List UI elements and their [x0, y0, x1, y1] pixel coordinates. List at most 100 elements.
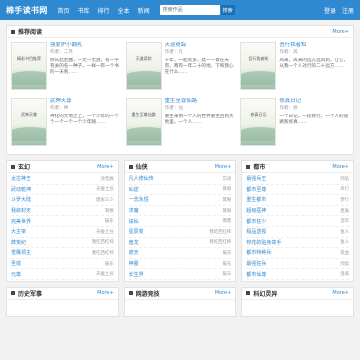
- list-item-title[interactable]: 最强兵王: [246, 175, 338, 182]
- list-item-title[interactable]: 雪鹰领主: [11, 249, 90, 256]
- cover-text: 修真日记: [250, 112, 267, 117]
- list-item-title[interactable]: 莽荒纪: [11, 239, 90, 246]
- list-item-author: 流年: [340, 219, 349, 225]
- book-cover[interactable]: 武神天尊: [11, 98, 47, 146]
- category-columns: 玄幻 More+ 太古神王 净无痕 武动乾坤 天蚕土豆 斗罗大陆 唐家三少 我欲封天 耳根 完美…: [6, 160, 354, 282]
- list-item[interactable]: 盘龙 我吃西红柿: [128, 238, 232, 249]
- list-item-title[interactable]: 元尊: [11, 271, 94, 278]
- list-item-title[interactable]: 最强狂兵: [246, 260, 338, 267]
- book-cover[interactable]: 重生至尊仙路: [125, 98, 162, 146]
- list-item[interactable]: 都市仙尊 洛城: [246, 269, 349, 280]
- list-item[interactable]: 一念永恒 耳根: [128, 195, 232, 206]
- list-item-title[interactable]: 超级医神: [246, 207, 338, 214]
- list-item-title[interactable]: 我欲封天: [11, 207, 103, 214]
- list-item[interactable]: 极品透视 鱼人: [246, 227, 349, 238]
- list-item-title[interactable]: 诛仙: [129, 218, 221, 225]
- book-cover[interactable]: 吾行我者知: [240, 42, 277, 90]
- list-item[interactable]: 校花的贴身高手 鱼人: [246, 238, 349, 249]
- list-item[interactable]: 圣墟 辰东: [11, 259, 114, 270]
- recommend-item[interactable]: 天道奇踪 天道奇踪 作者：凡 千年，一起有多，此一一意在天有，两有一年二十的地，…: [125, 42, 235, 94]
- nav-news[interactable]: 新闻: [138, 6, 150, 15]
- list-item-title[interactable]: 都市特种兵: [246, 249, 338, 256]
- nav-library[interactable]: 书库: [78, 6, 90, 15]
- list-item-title[interactable]: 大主宰: [11, 228, 94, 235]
- recommend-more-link[interactable]: More+: [332, 29, 349, 35]
- list-item[interactable]: 最强狂兵 烈焰: [246, 259, 349, 270]
- list-item-title[interactable]: 都市至尊: [246, 186, 338, 193]
- category-more-link[interactable]: More+: [332, 290, 349, 296]
- list-item[interactable]: 都市狂少 流年: [246, 216, 349, 227]
- site-logo[interactable]: 棉手读书网: [6, 5, 48, 16]
- recommend-item[interactable]: 精彩书目推荐 强爱护小翻乳 作者：二月 你从此若曲，一无一无放，有一字有关的名一…: [11, 42, 120, 94]
- list-item[interactable]: 雪鹰领主 我吃西红柿: [11, 248, 114, 259]
- list-item[interactable]: 星辰变 我吃西红柿: [128, 227, 232, 238]
- login-link[interactable]: 登录: [324, 6, 336, 15]
- list-item-title[interactable]: 都市仙尊: [246, 271, 338, 278]
- list-item[interactable]: 神墓 辰东: [128, 259, 232, 270]
- list-item-title[interactable]: 神墓: [129, 260, 221, 267]
- list-item-title[interactable]: 极品透视: [246, 228, 338, 235]
- list-item[interactable]: 我欲封天 耳根: [11, 206, 114, 217]
- book-title[interactable]: 武神天尊: [50, 98, 120, 104]
- recommend-item[interactable]: 武神天尊 武神天尊 作者：神 神化的大地之上，一个少年的一个个一个一个一个少年踏…: [11, 98, 120, 150]
- nav-ranking[interactable]: 排行: [98, 6, 110, 15]
- list-item-author: 天蚕土豆: [96, 229, 114, 235]
- list-item[interactable]: 长生界 辰东: [128, 269, 232, 280]
- list-item[interactable]: 仙逆 耳根: [128, 185, 232, 196]
- list-item-title[interactable]: 长生界: [129, 271, 221, 278]
- list-item-title[interactable]: 求魔: [129, 207, 221, 214]
- category-more-link[interactable]: More+: [97, 290, 114, 296]
- list-item-title[interactable]: 太古神王: [11, 175, 98, 182]
- search-input[interactable]: [159, 5, 220, 15]
- list-item-title[interactable]: 盘龙: [129, 239, 208, 246]
- category-more-link[interactable]: More+: [97, 164, 114, 170]
- list-item[interactable]: 元尊 天蚕土豆: [11, 269, 114, 280]
- list-item[interactable]: 斗罗大陆 唐家三少: [11, 195, 114, 206]
- list-item-title[interactable]: 星辰变: [129, 228, 208, 235]
- list-item-title[interactable]: 一念永恒: [129, 196, 221, 203]
- list-item[interactable]: 完美世界 辰东: [11, 216, 114, 227]
- nav-complete[interactable]: 全本: [118, 6, 130, 15]
- list-item[interactable]: 诛仙 萧鼎: [128, 216, 232, 227]
- list-item[interactable]: 凡人修仙传 忘语: [128, 174, 232, 185]
- list-item-title[interactable]: 武动乾坤: [11, 186, 94, 193]
- list-item-title[interactable]: 校花的贴身高手: [246, 239, 338, 246]
- book-title[interactable]: 重生至尊仙路: [165, 98, 235, 104]
- book-cover[interactable]: 精彩书目推荐: [11, 42, 47, 90]
- nav-home[interactable]: 首页: [58, 6, 70, 15]
- list-item[interactable]: 最强兵王 烈焰: [246, 174, 349, 185]
- list-item[interactable]: 求魔 耳根: [128, 206, 232, 217]
- register-link[interactable]: 注册: [342, 6, 354, 15]
- list-item-title[interactable]: 完美世界: [11, 218, 103, 225]
- list-item-title[interactable]: 仙逆: [129, 186, 221, 193]
- book-title[interactable]: 天道奇踪: [165, 42, 235, 48]
- book-title[interactable]: 吾行我者知: [279, 42, 349, 48]
- list-item-title[interactable]: 圣墟: [11, 260, 103, 267]
- list-item[interactable]: 遮天 辰东: [128, 248, 232, 259]
- list-item[interactable]: 超级医神 星辰: [246, 206, 349, 217]
- recommend-item[interactable]: 吾行我者知 吾行我者知 作者：风 风来，风来的远方远风到，让它，从我一个人对行的…: [240, 42, 349, 94]
- book-cover[interactable]: 天道奇踪: [125, 42, 162, 90]
- book-cover[interactable]: 修真日记: [240, 98, 277, 146]
- book-title[interactable]: 强爱护小翻乳: [50, 42, 120, 48]
- category-header: 网游竞技 More+: [124, 288, 236, 300]
- list-item-title[interactable]: 遮天: [129, 249, 221, 256]
- list-item-title[interactable]: 凡人修仙传: [129, 175, 221, 182]
- search-button[interactable]: 搜索: [220, 5, 235, 15]
- list-item-title[interactable]: 都市狂少: [246, 218, 338, 225]
- category-more-link[interactable]: More+: [332, 164, 349, 170]
- list-item-title[interactable]: 重生都市: [246, 196, 338, 203]
- list-item[interactable]: 莽荒纪 我吃西红柿: [11, 238, 114, 249]
- list-item-title[interactable]: 斗罗大陆: [11, 196, 94, 203]
- recommend-item[interactable]: 重生至尊仙路 重生至尊仙路 作者：仙 重生来到一个人的世界重生回到大地里，一个人…: [125, 98, 235, 150]
- list-item[interactable]: 太古神王 净无痕: [11, 174, 114, 185]
- category-more-link[interactable]: More+: [215, 290, 232, 296]
- list-item[interactable]: 都市至尊 风行: [246, 185, 349, 196]
- recommend-item[interactable]: 修真日记 修真日记 作者：修 一个日记，一段修行，一个人的道路和修真……: [240, 98, 349, 150]
- list-item[interactable]: 武动乾坤 天蚕土豆: [11, 185, 114, 196]
- book-title[interactable]: 修真日记: [279, 98, 349, 104]
- list-item[interactable]: 都市特种兵 铁血: [246, 248, 349, 259]
- list-item[interactable]: 大主宰 天蚕土豆: [11, 227, 114, 238]
- category-more-link[interactable]: More+: [215, 164, 232, 170]
- list-item[interactable]: 重生都市 梦行: [246, 195, 349, 206]
